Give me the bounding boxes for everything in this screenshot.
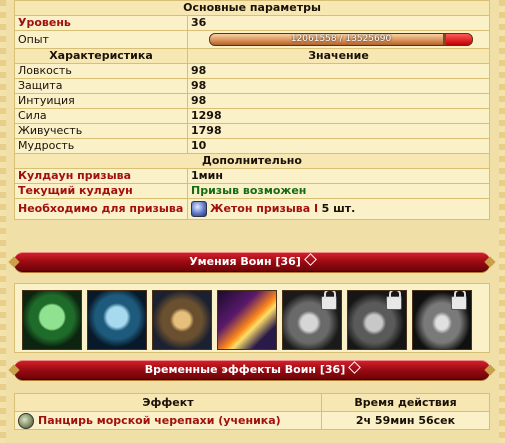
effects-table: Эффект Время действия Панцирь морской че… [14, 393, 490, 430]
left-border [0, 0, 6, 443]
cooldown-value: 1мин [187, 168, 490, 184]
xp-label: Опыт [14, 30, 188, 49]
turtle-shell-icon[interactable] [18, 412, 34, 429]
stat-label: Интуиция [14, 93, 188, 109]
shield-emblem-icon[interactable] [22, 290, 82, 350]
stat-row: Сила 1298 [14, 108, 490, 124]
required-item-link[interactable]: Жетон призыва I [210, 202, 318, 215]
stats-header-value: Значение [187, 48, 490, 64]
xp-cell: 12061558 / 13525690 [187, 30, 490, 49]
cooldown-label: Кулдаун призыва [14, 168, 188, 184]
skills-banner[interactable]: Умения Воин [36] [8, 252, 496, 272]
stat-value: 98 [187, 78, 490, 94]
banner-ornament-right [484, 364, 496, 376]
xp-progress-text: 12061558 / 13525690 [290, 34, 392, 44]
effects-banner[interactable]: Временные эффекты Воин [36] [8, 360, 496, 380]
effects-banner-title: Временные эффекты Воин [36] [144, 363, 346, 376]
effect-header: Эффект [14, 393, 322, 412]
banner-ornament-right [484, 256, 496, 268]
required-cell: Жетон призыва I 5 шт. [187, 198, 490, 220]
stat-row: Защита 98 [14, 78, 490, 94]
stat-row: Интуиция 98 [14, 93, 490, 109]
stat-value: 10 [187, 138, 490, 154]
stat-label: Мудрость [14, 138, 188, 154]
stat-value: 98 [187, 93, 490, 109]
expand-icon[interactable] [348, 361, 362, 374]
required-quantity: 5 шт. [321, 202, 356, 215]
duration-header: Время действия [321, 393, 490, 412]
current-cooldown-status: Призыв возможен [187, 183, 490, 199]
stat-label: Защита [14, 78, 188, 94]
lock-icon [321, 291, 337, 310]
effect-duration: 2ч 59мин 56сек [321, 411, 490, 430]
stat-row: Ловкость 98 [14, 63, 490, 79]
expand-icon[interactable] [303, 253, 317, 266]
skills-banner-title: Умения Воин [36] [189, 255, 301, 268]
extra-header: Дополнительно [14, 153, 490, 169]
locked-creatures-icon[interactable] [347, 290, 407, 350]
stat-value: 98 [187, 63, 490, 79]
locked-armor-icon[interactable] [412, 290, 472, 350]
main-params-header: Основные параметры [14, 0, 490, 16]
effect-row: Панцирь морской черепахи (ученика) 2ч 59… [14, 411, 490, 430]
summon-token-icon[interactable] [191, 201, 207, 217]
level-value: 36 [187, 15, 490, 31]
dual-blade-warrior-icon[interactable] [152, 290, 212, 350]
stat-label: Сила [14, 108, 188, 124]
stat-label: Живучесть [14, 123, 188, 139]
parameters-table: Основные параметры Уровень 36 Опыт 12061… [14, 0, 490, 220]
effect-cell: Панцирь морской черепахи (ученика) [14, 411, 322, 430]
stats-header-name: Характеристика [14, 48, 188, 64]
fire-blade-icon[interactable] [217, 290, 277, 350]
banner-ornament-left [8, 364, 20, 376]
lock-icon [451, 291, 467, 310]
skills-panel [14, 283, 490, 353]
stat-row: Живучесть 1798 [14, 123, 490, 139]
locked-rage-icon[interactable] [282, 290, 342, 350]
right-border [499, 0, 505, 443]
lock-icon [386, 291, 402, 310]
stat-label: Ловкость [14, 63, 188, 79]
current-cooldown-label: Текущий кулдаун [14, 183, 188, 199]
stat-row: Мудрость 10 [14, 138, 490, 154]
required-label: Необходимо для призыва [14, 198, 188, 220]
warrior-emblem-icon[interactable] [87, 290, 147, 350]
effect-name-link[interactable]: Панцирь морской черепахи (ученика) [38, 414, 281, 427]
banner-ornament-left [8, 256, 20, 268]
stat-value: 1298 [187, 108, 490, 124]
xp-progress-bar: 12061558 / 13525690 [209, 33, 473, 46]
level-label: Уровень [14, 15, 188, 31]
stat-value: 1798 [187, 123, 490, 139]
